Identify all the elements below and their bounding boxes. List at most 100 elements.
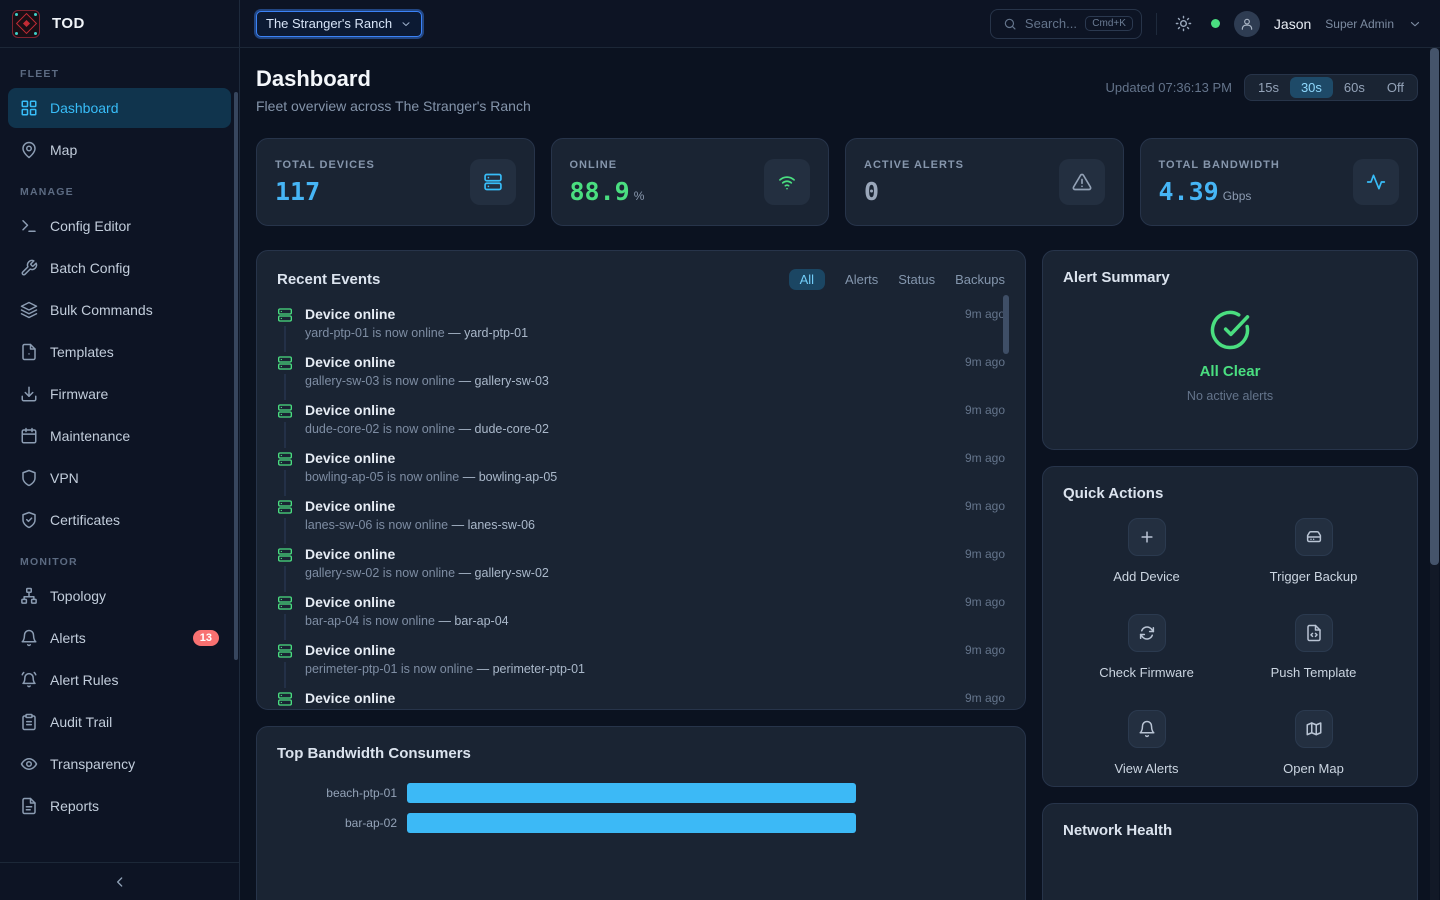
- event-row[interactable]: Device online gallery-sw-03 is now onlin…: [277, 352, 1005, 400]
- event-row[interactable]: Device online bowling-ap-05 is now onlin…: [277, 448, 1005, 496]
- push-template-button[interactable]: Push Template: [1230, 614, 1397, 680]
- event-row[interactable]: Device online gallery-sw-02 is now onlin…: [277, 544, 1005, 592]
- open-map-button[interactable]: Open Map: [1230, 710, 1397, 776]
- sidebar-item-templates[interactable]: Templates: [8, 332, 231, 372]
- sidebar-item-maintenance[interactable]: Maintenance: [8, 416, 231, 456]
- site-selector[interactable]: The Stranger's Ranch: [256, 11, 422, 37]
- sidebar-item-map[interactable]: Map: [8, 130, 231, 170]
- quick-action-label: Check Firmware: [1099, 665, 1194, 680]
- stat-total-bandwidth: TOTAL BANDWIDTH 4.39Gbps: [1140, 138, 1419, 226]
- event-title: Device online: [305, 401, 953, 420]
- stat-value: 88.9: [570, 177, 630, 206]
- event-device: — perimeter-ptp-01: [477, 662, 585, 676]
- alerts-count-badge: 13: [193, 630, 219, 646]
- event-device: — bar-ap-04: [438, 614, 508, 628]
- add-device-button[interactable]: Add Device: [1063, 518, 1230, 584]
- stat-label: ONLINE: [570, 159, 765, 171]
- sidebar-item-alert-rules[interactable]: Alert Rules: [8, 660, 231, 700]
- map-icon: [1305, 720, 1323, 738]
- quick-action-label: Trigger Backup: [1270, 569, 1358, 584]
- theme-toggle-button[interactable]: [1171, 11, 1197, 37]
- tab-backups[interactable]: Backups: [955, 272, 1005, 287]
- tab-alerts[interactable]: Alerts: [845, 272, 878, 287]
- sidebar-item-label: Batch Config: [50, 260, 130, 276]
- sidebar-item-certificates[interactable]: Certificates: [8, 500, 231, 540]
- stat-label: ACTIVE ALERTS: [864, 159, 1059, 171]
- top-bar: TOD The Stranger's Ranch Cmd+K Jason Sup…: [0, 0, 1440, 48]
- event-title: Device online: [305, 305, 953, 324]
- sidebar-item-label: Alerts: [50, 630, 86, 646]
- sidebar-item-vpn[interactable]: VPN: [8, 458, 231, 498]
- bell-icon: [20, 629, 38, 647]
- event-row[interactable]: Device online perimeter-ptp-01 is now on…: [277, 640, 1005, 688]
- event-time: 9m ago: [965, 691, 1005, 705]
- status-dot: [1211, 19, 1220, 28]
- refresh-30s-button[interactable]: 30s: [1290, 77, 1333, 98]
- stat-label: TOTAL BANDWIDTH: [1159, 159, 1354, 171]
- stat-label: TOTAL DEVICES: [275, 159, 470, 171]
- event-device: — dude-core-02: [459, 422, 549, 436]
- check-firmware-button[interactable]: Check Firmware: [1063, 614, 1230, 680]
- stat-total-devices: TOTAL DEVICES 117: [256, 138, 535, 226]
- event-row[interactable]: Device online 9m ago: [277, 688, 1005, 710]
- sidebar-item-label: Reports: [50, 798, 99, 814]
- bell-ring-icon: [20, 671, 38, 689]
- event-row[interactable]: Device online lanes-sw-06 is now online …: [277, 496, 1005, 544]
- events-scrollbar-thumb[interactable]: [1003, 295, 1009, 354]
- sidebar-item-label: Topology: [50, 588, 106, 604]
- event-device: — gallery-sw-02: [459, 566, 549, 580]
- server-icon: [277, 544, 293, 566]
- tab-all[interactable]: All: [789, 269, 825, 290]
- event-time: 9m ago: [965, 547, 1005, 561]
- refresh-off-button[interactable]: Off: [1376, 77, 1415, 98]
- sidebar-item-label: Map: [50, 142, 77, 158]
- event-time: 9m ago: [965, 643, 1005, 657]
- event-row[interactable]: Device online dude-core-02 is now online…: [277, 400, 1005, 448]
- sidebar-item-firmware[interactable]: Firmware: [8, 374, 231, 414]
- event-row[interactable]: Device online bar-ap-04 is now online — …: [277, 592, 1005, 640]
- event-row[interactable]: Device online yard-ptp-01 is now online …: [277, 304, 1005, 352]
- sidebar: FLEET Dashboard Map MANAGE Config Editor…: [0, 48, 240, 900]
- sidebar-item-reports[interactable]: Reports: [8, 786, 231, 826]
- view-alerts-button[interactable]: View Alerts: [1063, 710, 1230, 776]
- recent-events-title: Recent Events: [277, 271, 380, 288]
- sidebar-item-label: Certificates: [50, 512, 120, 528]
- main-scrollbar-thumb[interactable]: [1430, 48, 1439, 565]
- sidebar-item-batch-config[interactable]: Batch Config: [8, 248, 231, 288]
- user-menu-chevron-icon[interactable]: [1408, 17, 1422, 31]
- clipboard-icon: [20, 713, 38, 731]
- quick-action-label: Push Template: [1271, 665, 1357, 680]
- sun-icon: [1175, 15, 1192, 32]
- sidebar-item-bulk-commands[interactable]: Bulk Commands: [8, 290, 231, 330]
- sidebar-item-topology[interactable]: Topology: [8, 576, 231, 616]
- event-message: bowling-ap-05 is now online: [305, 470, 459, 484]
- sidebar-item-label: VPN: [50, 470, 79, 486]
- chevron-down-icon: [400, 18, 412, 30]
- layers-icon: [20, 301, 38, 319]
- sidebar-item-transparency[interactable]: Transparency: [8, 744, 231, 784]
- user-icon: [1240, 17, 1254, 31]
- event-message: gallery-sw-02 is now online: [305, 566, 455, 580]
- wifi-icon: [777, 172, 797, 192]
- sidebar-item-label: Firmware: [50, 386, 108, 402]
- bandwidth-chart: beach-ptp-01 bar-ap-02: [277, 778, 1005, 838]
- trigger-backup-button[interactable]: Trigger Backup: [1230, 518, 1397, 584]
- sidebar-collapse-button[interactable]: [0, 862, 239, 900]
- sidebar-scrollbar-thumb[interactable]: [234, 92, 238, 660]
- tab-status[interactable]: Status: [898, 272, 935, 287]
- search-input[interactable]: [1025, 16, 1077, 31]
- stat-unit: %: [634, 189, 645, 203]
- sidebar-item-alerts[interactable]: Alerts 13: [8, 618, 231, 658]
- sidebar-item-dashboard[interactable]: Dashboard: [8, 88, 231, 128]
- refresh-15s-button[interactable]: 15s: [1247, 77, 1290, 98]
- stat-online: ONLINE 88.9%: [551, 138, 830, 226]
- refresh-60s-button[interactable]: 60s: [1333, 77, 1376, 98]
- event-time: 9m ago: [965, 355, 1005, 369]
- search-box[interactable]: Cmd+K: [990, 9, 1142, 39]
- sidebar-item-audit-trail[interactable]: Audit Trail: [8, 702, 231, 742]
- main-scrollbar-track[interactable]: [1430, 48, 1439, 900]
- event-message: gallery-sw-03 is now online: [305, 374, 455, 388]
- sidebar-item-config-editor[interactable]: Config Editor: [8, 206, 231, 246]
- search-icon: [1003, 17, 1017, 31]
- avatar[interactable]: [1234, 11, 1260, 37]
